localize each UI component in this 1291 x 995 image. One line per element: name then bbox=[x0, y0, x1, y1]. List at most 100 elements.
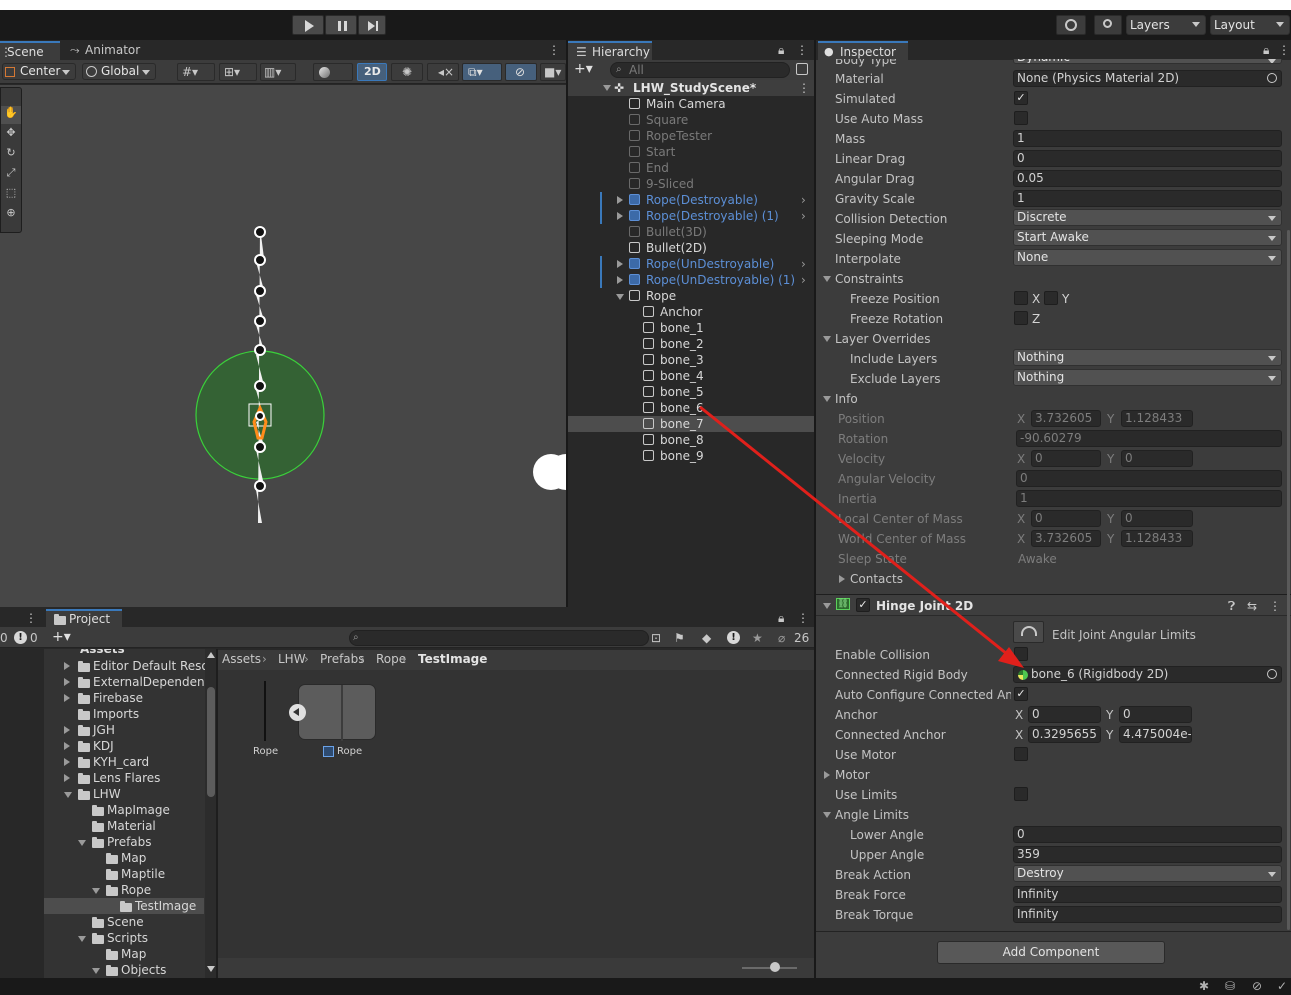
hierarchy-scene-row[interactable]: ✜ LHW_StudyScene* ⋮ bbox=[568, 80, 814, 96]
search-by-label-icon[interactable]: ⚑ bbox=[674, 630, 685, 646]
use-limits-checkbox[interactable] bbox=[1014, 787, 1028, 801]
tree-scrollbar-thumb[interactable] bbox=[207, 687, 215, 797]
hierarchy-item[interactable]: bone_1 bbox=[568, 320, 814, 336]
project-tree-item[interactable]: KDJ bbox=[44, 738, 204, 754]
tree-scroll-up-icon[interactable] bbox=[207, 652, 215, 658]
expand-arrow[interactable] bbox=[617, 276, 623, 284]
info-foldout-arrow[interactable] bbox=[823, 396, 831, 402]
collision-detection-dropdown[interactable]: Discrete bbox=[1013, 209, 1282, 226]
project-tree-item[interactable]: LHW bbox=[44, 786, 204, 802]
collapse-arrow[interactable] bbox=[64, 792, 72, 798]
camera-button[interactable]: ■▾ bbox=[540, 63, 566, 81]
project-tree-item[interactable]: TestImage bbox=[44, 898, 204, 914]
project-lock-icon[interactable]: 🔒︎ bbox=[778, 610, 784, 626]
breadcrumb-item[interactable]: Prefabs bbox=[320, 651, 365, 667]
project-tree-item[interactable]: KYH_card bbox=[44, 754, 204, 770]
tab-project[interactable]: Project bbox=[46, 609, 122, 627]
step-button[interactable] bbox=[358, 15, 386, 35]
hierarchy-item[interactable]: 9-Sliced bbox=[568, 176, 814, 192]
hinge-foldout-arrow[interactable] bbox=[823, 603, 831, 609]
history-button[interactable] bbox=[1056, 15, 1086, 35]
layout-dropdown[interactable]: Layout bbox=[1210, 15, 1290, 35]
tree-scroll-down-icon[interactable] bbox=[207, 966, 215, 972]
angular-drag-field[interactable]: 0.05 bbox=[1013, 170, 1282, 187]
scene-expand-arrow[interactable] bbox=[603, 85, 611, 91]
project-tree-item[interactable]: Rope bbox=[44, 882, 204, 898]
simulated-checkbox[interactable]: ✓ bbox=[1014, 91, 1028, 105]
scene-menu-icon[interactable]: ⋮ bbox=[548, 42, 560, 58]
hierarchy-item[interactable]: Rope(Destroyable) (1) › bbox=[568, 208, 814, 224]
project-tree-item[interactable]: Material bbox=[44, 818, 204, 834]
contacts-label[interactable]: Contacts bbox=[850, 571, 903, 587]
console-error-badge[interactable]: 0 bbox=[0, 630, 8, 646]
freeze-position-x-checkbox[interactable] bbox=[1014, 291, 1028, 305]
hierarchy-item[interactable]: RopeTester bbox=[568, 128, 814, 144]
break-torque-field[interactable]: Infinity bbox=[1013, 906, 1282, 923]
asset-rope-sprite[interactable] bbox=[289, 684, 376, 741]
inspector-menu-icon[interactable]: ⋮ bbox=[1278, 42, 1290, 58]
anchor-y-field[interactable]: 0 bbox=[1119, 706, 1192, 723]
search-button[interactable] bbox=[1094, 15, 1122, 35]
project-tree-item[interactable]: Objects bbox=[44, 962, 204, 978]
chevron-right-icon[interactable]: › bbox=[801, 272, 806, 288]
linear-drag-field[interactable]: 0 bbox=[1013, 150, 1282, 167]
cache-icon[interactable]: ⛁ bbox=[1225, 978, 1235, 994]
exclude-layers-dropdown[interactable]: Nothing bbox=[1013, 369, 1282, 386]
collapse-arrow[interactable] bbox=[92, 888, 100, 894]
break-action-dropdown[interactable]: Destroy bbox=[1013, 865, 1282, 882]
enable-collision-checkbox[interactable] bbox=[1014, 647, 1028, 661]
hierarchy-item[interactable]: bone_6 bbox=[568, 400, 814, 416]
effects-toggle[interactable]: ⧉▾ bbox=[462, 63, 502, 81]
collapse-arrow[interactable] bbox=[92, 968, 100, 974]
pause-button[interactable] bbox=[325, 15, 357, 35]
sleeping-mode-dropdown[interactable]: Start Awake bbox=[1013, 229, 1282, 246]
hierarchy-item[interactable]: End bbox=[568, 160, 814, 176]
snap-grid-button[interactable]: #▾ bbox=[177, 63, 215, 81]
search-by-type-icon[interactable]: ⊡ bbox=[651, 630, 661, 646]
tab-animator[interactable]: ⤳ Animator bbox=[62, 41, 142, 60]
lower-angle-field[interactable]: 0 bbox=[1013, 826, 1282, 843]
use-motor-checkbox[interactable] bbox=[1014, 747, 1028, 761]
project-tree-item[interactable]: Editor Default Resou bbox=[44, 658, 216, 674]
interpolate-dropdown[interactable]: None bbox=[1013, 249, 1282, 266]
hierarchy-item[interactable]: Rope(UnDestroyable) › bbox=[568, 256, 814, 272]
expand-arrow[interactable] bbox=[617, 212, 623, 220]
zoom-slider-thumb[interactable] bbox=[770, 962, 780, 972]
project-tree-item[interactable]: Map bbox=[44, 946, 204, 962]
project-tree-item[interactable]: Imports bbox=[44, 706, 204, 722]
info-label[interactable]: Info bbox=[835, 391, 858, 407]
layer-overrides-label[interactable]: Layer Overrides bbox=[835, 331, 930, 347]
expand-arrow[interactable] bbox=[64, 662, 70, 670]
hierarchy-item[interactable]: bone_8 bbox=[568, 432, 814, 448]
include-layers-dropdown[interactable]: Nothing bbox=[1013, 349, 1282, 366]
collapse-arrow[interactable] bbox=[78, 936, 86, 942]
play-button[interactable] bbox=[292, 15, 324, 35]
freeze-rotation-z-checkbox[interactable] bbox=[1014, 311, 1028, 325]
sprite-expand-icon[interactable] bbox=[289, 704, 306, 721]
hierarchy-item[interactable]: Rope(UnDestroyable) (1) › bbox=[568, 272, 814, 288]
expand-arrow[interactable] bbox=[64, 774, 70, 782]
warning-circle-icon[interactable]: ! bbox=[727, 631, 740, 644]
asset-rope-line[interactable] bbox=[245, 681, 285, 745]
angle-limits-foldout-arrow[interactable] bbox=[823, 812, 831, 818]
chevron-right-icon[interactable]: › bbox=[801, 192, 806, 208]
connected-anchor-x-field[interactable]: 0.3295655 bbox=[1028, 726, 1101, 743]
inspector-lock-icon[interactable]: 🔒︎ bbox=[1263, 42, 1269, 58]
project-tree-item[interactable]: Maptile bbox=[44, 866, 204, 882]
project-tree-item[interactable]: Prefabs bbox=[44, 834, 204, 850]
project-menu-icon[interactable]: ⋮ bbox=[797, 610, 809, 626]
connected-rb-field[interactable]: bone_6 (Rigidbody 2D) bbox=[1013, 666, 1282, 683]
tag-icon[interactable]: ◆ bbox=[702, 630, 711, 646]
project-tree-item[interactable]: Scene bbox=[44, 914, 204, 930]
tree-root-row[interactable]: Assets bbox=[44, 649, 204, 659]
auto-configure-checkbox[interactable]: ✓ bbox=[1014, 687, 1028, 701]
visibility-toggle[interactable]: ⊘ bbox=[505, 63, 537, 81]
gravity-scale-field[interactable]: 1 bbox=[1013, 190, 1282, 207]
constraints-label[interactable]: Constraints bbox=[835, 271, 903, 287]
hinge-enabled-checkbox[interactable]: ✓ bbox=[856, 598, 870, 612]
favorite-star-icon[interactable]: ★ bbox=[752, 630, 763, 646]
anchor-x-field[interactable]: 0 bbox=[1028, 706, 1101, 723]
motor-label[interactable]: Motor bbox=[835, 767, 870, 783]
project-tree-item[interactable]: Firebase bbox=[44, 690, 204, 706]
hierarchy-item[interactable]: bone_4 bbox=[568, 368, 814, 384]
